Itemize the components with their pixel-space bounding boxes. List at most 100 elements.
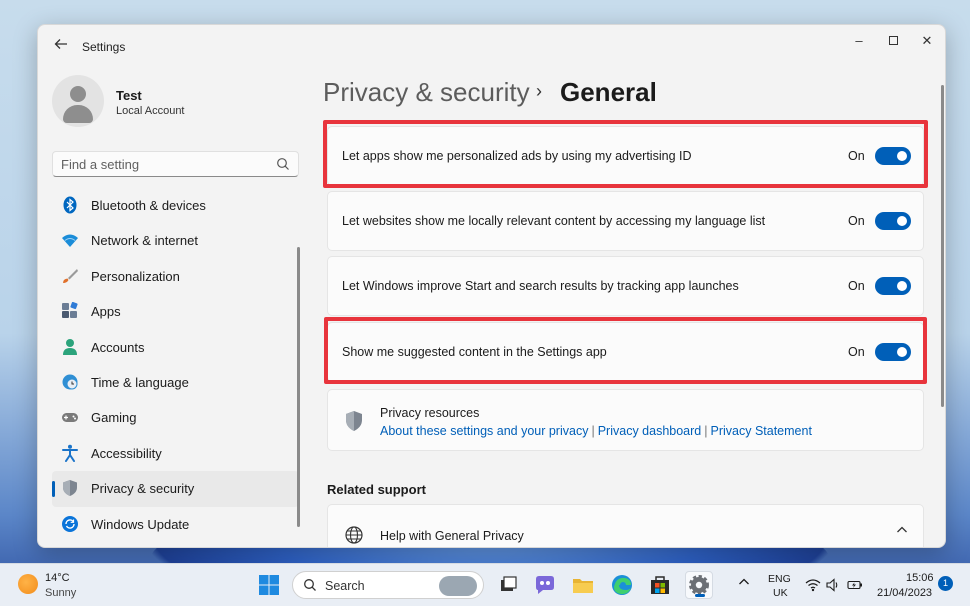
- back-button[interactable]: [52, 37, 70, 55]
- user-name: Test: [116, 88, 142, 103]
- windows-logo-icon: [259, 575, 279, 595]
- search-icon[interactable]: [276, 157, 290, 171]
- privacy-resources-links: About these settings and your privacy | Pr…: [380, 424, 812, 438]
- sidebar-scrollbar[interactable]: [297, 247, 300, 527]
- search-icon: [304, 579, 316, 591]
- help-item-label: Help with General Privacy: [380, 529, 524, 543]
- close-button[interactable]: ✕: [910, 29, 944, 53]
- minimize-button[interactable]: –: [842, 29, 876, 53]
- start-button[interactable]: [255, 571, 283, 599]
- settings-taskbar-button[interactable]: [685, 571, 713, 599]
- sidebar-item-label: Gaming: [91, 410, 137, 426]
- sidebar-item-personalization[interactable]: Personalization: [52, 259, 299, 294]
- sidebar-item-accessibility[interactable]: Accessibility: [52, 436, 299, 471]
- toggle-state-label: On: [848, 279, 865, 293]
- privacy-resources-card: Privacy resources About these settings a…: [327, 389, 924, 451]
- sidebar-item-privacy-security[interactable]: Privacy & security: [52, 471, 299, 507]
- sidebar-item-gaming[interactable]: Gaming: [52, 400, 299, 435]
- setting-label: Let apps show me personalized ads by usi…: [342, 149, 692, 163]
- sidebar-item-label: Accessibility: [91, 445, 162, 461]
- notification-badge[interactable]: 1: [938, 576, 953, 591]
- shield-icon: [63, 480, 77, 497]
- toggle-knob: [897, 281, 907, 291]
- task-view-button[interactable]: [494, 571, 522, 599]
- toggle-state-label: On: [848, 149, 865, 163]
- update-icon: [62, 515, 78, 532]
- sidebar-item-time-language[interactable]: Time & language: [52, 365, 299, 400]
- link-separator: |: [591, 424, 595, 438]
- keyboard-layout-indicator[interactable]: UK: [773, 587, 788, 599]
- wifi-icon[interactable]: [805, 577, 821, 593]
- toggle-state-label: On: [848, 214, 865, 228]
- toggle-state-label: On: [848, 345, 865, 359]
- person-icon: [63, 338, 77, 355]
- toggle-knob: [897, 151, 907, 161]
- language-list-toggle[interactable]: [875, 212, 911, 230]
- setting-card-suggested-content: Show me suggested content in the Setting…: [327, 322, 924, 382]
- sidebar-item-network[interactable]: Network & internet: [52, 223, 299, 258]
- help-general-privacy-card[interactable]: Help with General Privacy: [327, 504, 924, 547]
- sun-icon[interactable]: [18, 574, 38, 594]
- weather-description[interactable]: Sunny: [45, 587, 76, 599]
- breadcrumb-parent[interactable]: Privacy & security: [323, 77, 530, 108]
- language-indicator[interactable]: ENG: [768, 573, 791, 585]
- search-highlight-art-icon: [439, 576, 477, 596]
- sidebar-item-label: Privacy & security: [91, 481, 195, 497]
- breadcrumb-separator: ›: [536, 81, 542, 101]
- chat-icon: [536, 576, 554, 594]
- sidebar-item-bluetooth[interactable]: Bluetooth & devices: [52, 188, 299, 223]
- search-box[interactable]: [52, 151, 299, 177]
- toggle-knob: [897, 347, 907, 357]
- chevron-up-icon[interactable]: [896, 525, 908, 535]
- globe-icon: [345, 526, 363, 544]
- taskbar: 14°C Sunny Search ENG UK 15:06 21/04/202…: [0, 563, 970, 606]
- link-separator: |: [704, 424, 708, 438]
- edge-icon: [612, 575, 632, 595]
- weather-temperature[interactable]: 14°C: [45, 572, 70, 584]
- sidebar-item-windows-update[interactable]: Windows Update: [52, 507, 299, 542]
- search-input[interactable]: [61, 155, 261, 173]
- chat-button[interactable]: [531, 571, 559, 599]
- suggested-content-toggle[interactable]: [875, 343, 911, 361]
- about-settings-link[interactable]: About these settings and your privacy: [380, 424, 588, 438]
- sidebar-item-accounts[interactable]: Accounts: [52, 330, 299, 365]
- taskbar-search[interactable]: Search: [292, 571, 484, 599]
- advertising-id-toggle[interactable]: [875, 147, 911, 165]
- title-bar: Settings – ✕: [38, 25, 945, 69]
- shield-icon: [346, 411, 362, 431]
- microsoft-store-button[interactable]: [646, 571, 674, 599]
- file-explorer-button[interactable]: [569, 571, 597, 599]
- privacy-statement-link[interactable]: Privacy Statement: [711, 424, 812, 438]
- settings-window: Settings – ✕ Test Local Account Bluetoot…: [37, 24, 946, 548]
- avatar-body-icon: [63, 105, 93, 123]
- app-launches-toggle[interactable]: [875, 277, 911, 295]
- brush-icon: [63, 268, 78, 283]
- folder-icon: [573, 579, 593, 593]
- sidebar-nav: Bluetooth & devices Network & internet P…: [52, 188, 299, 542]
- privacy-resources-title: Privacy resources: [380, 406, 480, 420]
- arrow-left-icon: [54, 39, 67, 49]
- clock-time[interactable]: 15:06: [906, 572, 934, 584]
- chevron-up-icon[interactable]: [738, 576, 750, 588]
- main-scrollbar[interactable]: [941, 85, 944, 407]
- maximize-button[interactable]: [876, 29, 910, 53]
- setting-card-app-launches: Let Windows improve Start and search res…: [327, 256, 924, 316]
- accessibility-icon: [62, 444, 78, 462]
- clock-date[interactable]: 21/04/2023: [877, 587, 932, 599]
- avatar-head-icon: [70, 86, 86, 102]
- sidebar-item-label: Apps: [91, 304, 121, 320]
- privacy-dashboard-link[interactable]: Privacy dashboard: [598, 424, 702, 438]
- task-view-icon: [501, 576, 517, 591]
- volume-icon[interactable]: [825, 577, 841, 593]
- edge-browser-button[interactable]: [608, 571, 636, 599]
- battery-icon[interactable]: [847, 577, 863, 593]
- sidebar-item-apps[interactable]: Apps: [52, 294, 299, 329]
- avatar[interactable]: [52, 75, 104, 127]
- sidebar-item-label: Windows Update: [91, 516, 190, 532]
- sidebar-item-label: Network & internet: [91, 233, 198, 249]
- setting-card-advertising-id: Let apps show me personalized ads by usi…: [327, 126, 924, 186]
- gamepad-icon: [62, 413, 78, 423]
- maximize-icon: [888, 35, 898, 45]
- setting-label: Let websites show me locally relevant co…: [342, 214, 766, 228]
- sidebar-item-label: Bluetooth & devices: [91, 198, 206, 213]
